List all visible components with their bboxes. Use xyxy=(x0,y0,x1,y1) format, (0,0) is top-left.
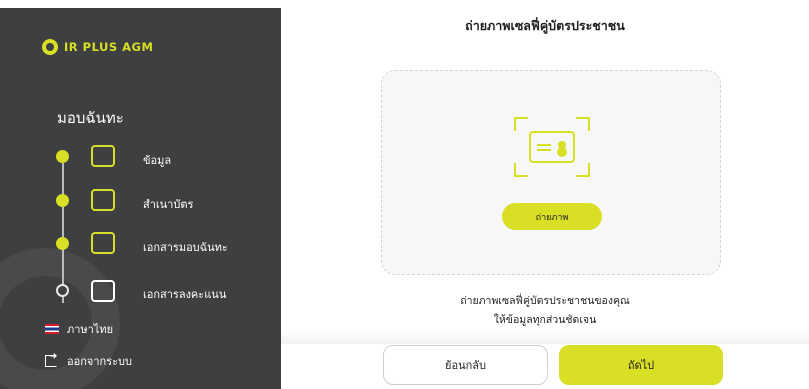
page-title: ถ่ายภาพเซลฟี่คู่บัตรประชาชน xyxy=(465,18,625,33)
clipboard-icon xyxy=(91,145,115,167)
sidebar-title: มอบฉันทะ xyxy=(57,109,124,127)
main-panel: ถ่ายภาพเซลฟี่คู่บัตรประชาชน ถ่ายภาพ ถ่าย… xyxy=(281,8,809,389)
sidebar: IR PLUS AGM มอบฉันทะ ข้อมูล สำเนาบัตร เอ… xyxy=(0,8,281,389)
step-label: สำเนาบัตร xyxy=(143,198,194,211)
top-strip xyxy=(0,0,809,8)
logout-label: ออกจากระบบ xyxy=(67,355,132,368)
step-label: ข้อมูล xyxy=(143,154,172,167)
logout-icon xyxy=(45,351,57,367)
selfie-capture-area[interactable]: ถ่ายภาพ xyxy=(381,70,721,275)
logo-icon xyxy=(42,39,58,55)
steps-timeline xyxy=(62,163,64,303)
scan-frame-icon xyxy=(514,117,590,177)
id-card-icon xyxy=(91,189,115,211)
frame-corner xyxy=(576,163,590,177)
proxy-document-icon xyxy=(91,232,115,254)
back-button[interactable]: ย้อนกลับ xyxy=(383,345,548,385)
instruction-text: ถ่ายภาพเซลฟี่คู่บัตรประชาชนของคุณ ให้ข้อ… xyxy=(281,292,809,330)
take-photo-button[interactable]: ถ่ายภาพ xyxy=(502,203,602,230)
instruction-line-2: ให้ข้อมูลทุกส่วนชัดเจน xyxy=(493,314,597,326)
vote-box-icon xyxy=(91,280,115,302)
brand-logo: IR PLUS AGM xyxy=(42,39,153,55)
step-label: เอกสารลงคะแนน xyxy=(143,288,227,301)
instruction-line-1: ถ่ายภาพเซลฟี่คู่บัตรประชาชนของคุณ xyxy=(460,295,630,307)
step-pending-dot xyxy=(56,284,69,297)
next-button[interactable]: ถัดไป xyxy=(559,345,723,385)
step-done-dot xyxy=(56,194,69,207)
language-selector[interactable]: ภาษาไทย xyxy=(45,320,113,338)
footer-divider xyxy=(281,330,809,344)
language-label: ภาษาไทย xyxy=(67,323,114,336)
id-card-icon xyxy=(529,131,575,163)
frame-corner xyxy=(514,117,528,131)
frame-corner xyxy=(576,117,590,131)
logout-button[interactable]: ออกจากระบบ xyxy=(45,351,132,370)
step-done-dot xyxy=(56,237,69,250)
brand-name: IR PLUS AGM xyxy=(64,40,154,54)
step-label: เอกสารมอบฉันทะ xyxy=(143,241,228,254)
step-done-dot xyxy=(56,150,69,163)
frame-corner xyxy=(514,163,528,177)
thai-flag-icon xyxy=(45,324,59,334)
